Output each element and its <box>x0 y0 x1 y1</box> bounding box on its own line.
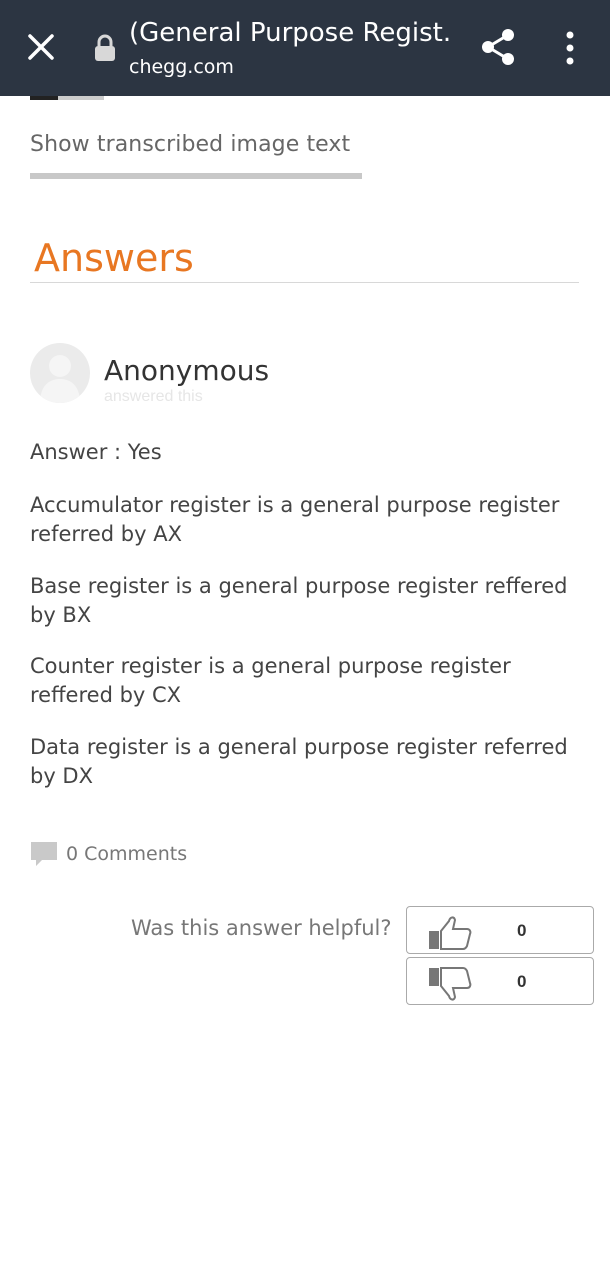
comment-icon <box>31 842 57 866</box>
answered-label: answered this <box>104 388 203 405</box>
answer-paragraph: Base register is a general purpose regis… <box>30 574 568 627</box>
thumbs-down-count: 0 <box>517 972 527 991</box>
remnant-light-bar <box>58 96 104 100</box>
answer-paragraph: Answer : Yes <box>30 440 162 464</box>
answers-heading: Answers <box>34 236 194 280</box>
show-transcribed-text-link[interactable]: Show transcribed image text <box>30 132 350 157</box>
comments-count: 0 Comments <box>66 843 188 865</box>
answer-paragraph: Data register is a general purpose regis… <box>30 735 568 788</box>
show-transcribed-underline <box>30 173 362 179</box>
thumbs-down-icon <box>429 967 472 1001</box>
page-domain[interactable]: chegg.com <box>129 56 234 78</box>
page-title[interactable]: (General Purpose Regist... <box>129 18 449 48</box>
answer-paragraph: Accumulator register is a general purpos… <box>30 493 560 546</box>
share-icon[interactable] <box>478 27 518 67</box>
browser-toolbar: (General Purpose Regist... chegg.com <box>0 0 610 96</box>
answer-paragraph: Counter register is a general purpose re… <box>30 654 511 707</box>
thumbs-up-button[interactable]: 0 <box>406 906 594 954</box>
close-icon[interactable] <box>24 30 58 64</box>
avatar <box>30 343 90 403</box>
answers-divider <box>30 282 579 283</box>
comments-link[interactable]: 0 Comments <box>30 840 187 868</box>
thumbs-up-count: 0 <box>517 921 527 940</box>
lock-icon <box>95 34 115 61</box>
thumbs-down-button[interactable]: 0 <box>406 957 594 1005</box>
more-vert-icon[interactable] <box>560 30 580 66</box>
helpful-question: Was this answer helpful? <box>131 916 392 940</box>
thumbs-up-icon <box>429 916 472 950</box>
remnant-dark-bar <box>30 96 58 100</box>
answer-author: Anonymous <box>104 354 270 387</box>
user-placeholder-icon <box>40 355 80 403</box>
